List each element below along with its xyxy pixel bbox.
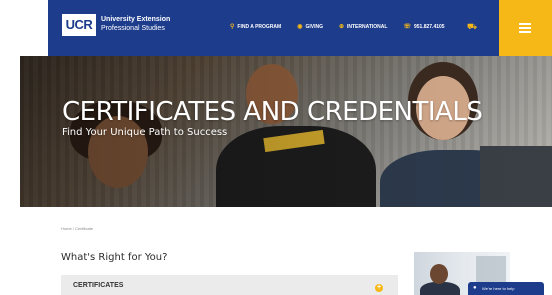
menu-icon-bar bbox=[519, 27, 531, 29]
section-title: What's Right for You? bbox=[61, 252, 168, 263]
nav-label: GIVING bbox=[305, 24, 323, 30]
hamburger-menu-button[interactable] bbox=[499, 0, 552, 56]
chat-label: We're here to help bbox=[482, 286, 515, 291]
nav-label: 951.827.4105 bbox=[413, 24, 445, 30]
hero-title: CERTIFICATES AND CREDENTIALS bbox=[62, 97, 483, 127]
hero-subtitle: Find Your Unique Path to Success bbox=[62, 127, 228, 138]
ucr-logo[interactable]: UCR bbox=[62, 14, 96, 36]
globe-icon: ⊕ bbox=[338, 24, 344, 30]
search-icon: ⚲ bbox=[230, 24, 235, 30]
site-header: UCR University Extension Professional St… bbox=[48, 0, 552, 56]
nav-label: FIND A PROGRAM bbox=[237, 24, 282, 30]
nav-giving[interactable]: ◉ GIVING bbox=[297, 24, 323, 30]
menu-icon-bar bbox=[519, 31, 531, 33]
accordion-label: CERTIFICATES bbox=[73, 282, 124, 289]
nav-phone[interactable]: ☏ 951.827.4105 bbox=[403, 24, 444, 30]
page: UCR University Extension Professional St… bbox=[0, 0, 552, 295]
menu-icon-bar bbox=[519, 23, 531, 25]
phone-icon: ☏ bbox=[403, 24, 411, 30]
chat-icon: ● bbox=[473, 285, 477, 291]
chat-widget-button[interactable]: ● We're here to help bbox=[468, 282, 544, 295]
accordion-certificates[interactable]: CERTIFICATES + bbox=[61, 275, 398, 295]
nav-find-a-program[interactable]: ⚲ FIND A PROGRAM bbox=[230, 24, 281, 30]
nav-label: INTERNATIONAL bbox=[347, 24, 388, 30]
top-nav: ⚲ FIND A PROGRAM ◉ GIVING ⊕ INTERNATIONA… bbox=[230, 24, 461, 30]
cart-icon[interactable]: ⛟ bbox=[467, 22, 477, 32]
breadcrumb[interactable]: Home / Certificate bbox=[61, 226, 93, 231]
plus-icon[interactable]: + bbox=[375, 284, 383, 292]
sidebar-photo-person bbox=[430, 264, 448, 284]
nav-international[interactable]: ⊕ INTERNATIONAL bbox=[339, 24, 388, 30]
logo-line-university-extension: University Extension bbox=[101, 16, 171, 23]
logo-line-professional-studies: Professional Studies bbox=[101, 25, 165, 32]
giving-icon: ◉ bbox=[297, 24, 303, 30]
logo-text[interactable]: University Extension Professional Studie… bbox=[101, 15, 170, 33]
hero-banner: CERTIFICATES AND CREDENTIALS Find Your U… bbox=[20, 56, 552, 207]
